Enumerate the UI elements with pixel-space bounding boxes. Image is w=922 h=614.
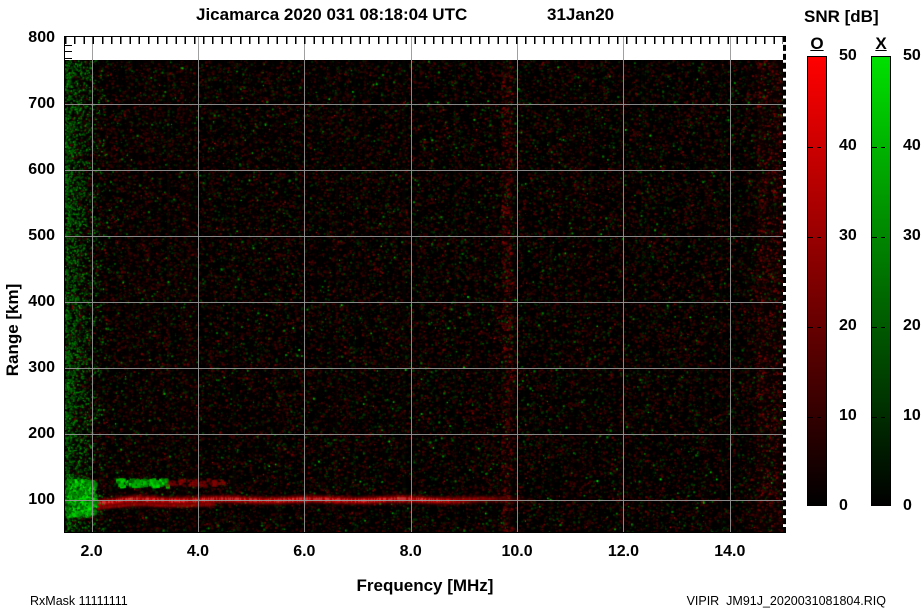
o-mode-colorbar <box>807 56 827 506</box>
x-tick-label: 4.0 <box>176 543 220 561</box>
y-tick-label: 800 <box>8 29 55 47</box>
plot-title: Jicamarca 2020 031 08:18:04 UTC <box>196 5 467 25</box>
ionogram-page: Jicamarca 2020 031 08:18:04 UTC 31Jan20 … <box>0 0 922 614</box>
y-tick-label: 500 <box>8 227 55 245</box>
x-mode-colorbar <box>871 56 891 506</box>
colorbar-tick-dash <box>872 237 885 238</box>
ionogram-canvas <box>65 60 783 532</box>
colorbar-tick-dash <box>808 147 821 148</box>
y-tick-label: 600 <box>8 161 55 179</box>
y-tick-label: 300 <box>8 359 55 377</box>
x-tick-label: 2.0 <box>70 543 114 561</box>
colorbar-tick-label: 20 <box>903 318 922 334</box>
colorbar-tick-dash <box>808 417 821 418</box>
colorbar-tick-label: 20 <box>839 318 865 334</box>
x-tick-label: 8.0 <box>389 543 433 561</box>
x-tick-label: 14.0 <box>708 543 752 561</box>
x-mode-label: X <box>871 34 891 54</box>
colorbar-tick-label: 0 <box>903 498 922 514</box>
colorbar-tick-label: 50 <box>839 48 865 64</box>
y-tick-label: 200 <box>8 425 55 443</box>
x-tick-label: 12.0 <box>601 543 645 561</box>
top-frequency-ruler <box>65 37 783 44</box>
colorbar-tick-label: 30 <box>839 228 865 244</box>
plot-date: 31Jan20 <box>547 5 614 25</box>
colorbar-tick-dash <box>808 237 821 238</box>
colorbar-tick-label: 40 <box>903 138 922 154</box>
colorbar-tick-label: 50 <box>903 48 922 64</box>
colorbar-tick-dash <box>872 327 885 328</box>
x-tick-label: 10.0 <box>495 543 539 561</box>
colorbar-tick-label: 10 <box>903 408 922 424</box>
plot-area <box>64 36 786 533</box>
y-tick-label: 100 <box>8 491 55 509</box>
x-axis-title: Frequency [MHz] <box>64 576 786 596</box>
rxmask-text: RxMask 11111111 <box>30 594 128 608</box>
colorbar-tick-dash <box>808 327 821 328</box>
y-minor-tick <box>65 45 72 46</box>
colorbar-tick-dash <box>872 417 885 418</box>
colorbar-tick-label: 0 <box>839 498 865 514</box>
colorbar-tick-label: 40 <box>839 138 865 154</box>
o-mode-label: O <box>807 34 827 54</box>
colorbar-tick-label: 10 <box>839 408 865 424</box>
colorbar-tick-label: 30 <box>903 228 922 244</box>
datafile-text: VIPIR JM91J_2020031081804.RIQ <box>687 594 886 608</box>
y-tick-label: 400 <box>8 293 55 311</box>
y-minor-tick <box>65 58 72 59</box>
x-tick-label: 6.0 <box>282 543 326 561</box>
y-tick-label: 700 <box>8 95 55 113</box>
y-minor-tick <box>65 51 72 52</box>
colorbar-tick-dash <box>872 147 885 148</box>
snr-legend-title: SNR [dB] <box>804 7 879 27</box>
